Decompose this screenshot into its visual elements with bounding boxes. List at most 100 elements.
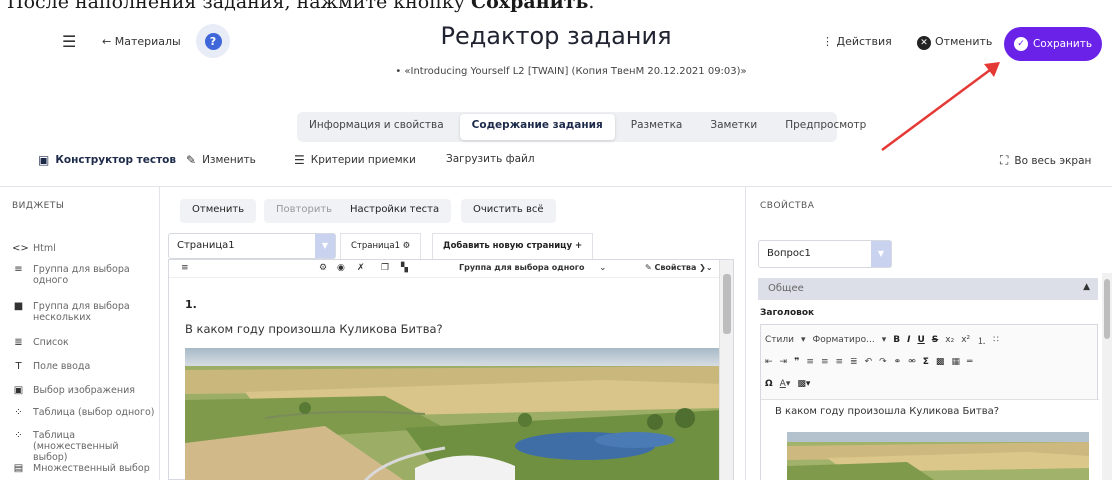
tab-info[interactable]: Информация и свойства: [297, 114, 456, 140]
tab-markup[interactable]: Разметка: [619, 114, 695, 140]
clear-all-button[interactable]: Очистить всё: [461, 199, 556, 223]
rich-text-editor[interactable]: Стили ▾ Форматиро... ▾ B I U S x₂ x² ⒈ ∷…: [760, 324, 1099, 480]
grid-icon: ⁘: [14, 430, 23, 441]
horizontal-line-icon[interactable]: ═: [967, 357, 972, 367]
task-subtitle: • «Introducing Yourself L2 [TWAIN] (Копи…: [395, 66, 747, 77]
question-type-select[interactable]: Группа для выбора одного: [459, 263, 584, 272]
widget-matrix-single[interactable]: ⁘ Таблица (выбор одного): [12, 407, 154, 418]
filter-icon: ☰: [294, 153, 305, 167]
properties-scrollbar[interactable]: [1102, 273, 1112, 480]
link-icon[interactable]: ⚭: [894, 357, 902, 367]
page-select[interactable]: Страница1 ▼: [168, 233, 336, 259]
italic-icon[interactable]: I: [907, 335, 910, 345]
page-title: Редактор задания: [440, 22, 672, 50]
radio-list-icon: ≡: [14, 264, 23, 275]
chevron-down-icon: ▼: [315, 234, 335, 258]
criteria-label: Критерии приемки: [310, 154, 416, 166]
question-number: 1.: [185, 298, 197, 311]
undo-icon[interactable]: ↶: [865, 357, 873, 367]
chevron-down-icon[interactable]: ▾: [882, 335, 887, 345]
editor-body[interactable]: В каком году произошла Куликова Битва?: [761, 399, 1099, 480]
edit-button[interactable]: ✎ Изменить: [186, 153, 256, 167]
constructor-label: Конструктор тестов: [55, 154, 177, 166]
instruction-caption: После наполнения задания, нажмите кнопку…: [0, 0, 1112, 19]
settings-icon[interactable]: ⚙: [319, 263, 327, 273]
convert-icon[interactable]: ▚: [401, 263, 408, 273]
fullscreen-label: Во весь экран: [1014, 154, 1092, 167]
tab-content[interactable]: Содержание задания: [459, 114, 615, 140]
unlink-icon[interactable]: ⚮: [908, 357, 916, 367]
widget-html[interactable]: <> Html: [12, 243, 56, 254]
indent-icon[interactable]: ⇥: [780, 357, 788, 367]
special-char-icon[interactable]: Ω: [765, 379, 773, 389]
checkbox-icon: ■: [13, 301, 24, 312]
question-toolbar: ≡ ⚙ ◉ ✗ ❐ ▚ Группа для выбора одного ⌄ ✎…: [169, 260, 721, 278]
widget-matrix-multi[interactable]: ⁘ Таблица (множественный выбор): [12, 430, 143, 463]
widget-image-picker[interactable]: ▣ Выбор изображения: [12, 385, 135, 396]
general-section-header[interactable]: Общее ▲: [758, 278, 1098, 300]
quote-icon[interactable]: ❞: [794, 357, 799, 367]
chevron-up-icon: ▲: [1083, 282, 1090, 292]
widgets-panel: ВИДЖЕТЫ <> Html ≡ Группа для выбора одно…: [0, 187, 160, 480]
question-title: В каком году произошла Куликова Битва?: [185, 322, 443, 336]
pencil-icon: ✎: [186, 153, 197, 167]
numbered-list-icon[interactable]: ⒈: [977, 334, 986, 347]
sum-icon[interactable]: Σ: [923, 357, 929, 367]
strikethrough-icon[interactable]: S: [932, 335, 938, 345]
justify-icon[interactable]: ≣: [850, 357, 858, 367]
fullscreen-icon: ⛶: [1000, 153, 1009, 167]
chevron-down-icon[interactable]: ⌄: [599, 263, 607, 273]
align-center-icon[interactable]: ≡: [821, 357, 829, 367]
redo-icon[interactable]: ↷: [879, 357, 887, 367]
editor-toolbar-row-3: Ω A▾ ▩▾: [765, 375, 810, 393]
subscript-icon[interactable]: x₂: [945, 335, 954, 345]
widget-checkbox-group[interactable]: ■ Группа для выбора нескольких: [12, 301, 143, 323]
test-constructor-button[interactable]: ▣ Конструктор тестов: [38, 153, 176, 167]
add-page-tab[interactable]: Добавить новую страницу +: [432, 233, 594, 259]
test-settings-button[interactable]: Настройки теста: [338, 199, 452, 223]
required-icon[interactable]: ✗: [357, 263, 365, 273]
fullscreen-button[interactable]: ⛶ Во весь экран: [1000, 153, 1091, 168]
superscript-icon[interactable]: x²: [961, 335, 970, 345]
editor-toolbar-row-2: ⇤ ⇥ ❞ ≡ ≡ ≡ ≣ ↶ ↷ ⚭ ⚮ Σ ▩ ▦ ═: [765, 353, 972, 371]
page-tab[interactable]: Страница1 ⚙: [340, 233, 422, 259]
bold-icon[interactable]: B: [893, 335, 900, 345]
caption-bold: Сохранить: [470, 0, 589, 13]
image-icon[interactable]: ▩: [936, 357, 945, 367]
edit-label: Изменить: [202, 154, 256, 166]
text-color-icon[interactable]: A▾: [780, 379, 791, 389]
tab-notes[interactable]: Заметки: [698, 114, 769, 140]
tab-preview[interactable]: Предпросмотр: [773, 114, 878, 140]
caption-prefix: После наполнения задания, нажмите кнопку: [7, 0, 471, 13]
question-select[interactable]: Вопрос1 ▼: [758, 240, 892, 268]
bullet-list-icon[interactable]: ∷: [993, 335, 999, 345]
code-icon: <>: [12, 243, 29, 254]
question-scrollbar[interactable]: [719, 260, 733, 480]
upload-file-button[interactable]: Загрузить файл: [446, 153, 535, 165]
criteria-button[interactable]: ☰ Критерии приемки: [294, 153, 416, 167]
question-card[interactable]: ≡ ⚙ ◉ ✗ ❐ ▚ Группа для выбора одного ⌄ ✎…: [168, 259, 734, 480]
widget-text-input[interactable]: T Поле ввода: [12, 361, 90, 372]
chevron-down-icon[interactable]: ▾: [801, 335, 806, 345]
editor-text: В каком году произошла Куликова Битва?: [775, 406, 1000, 417]
format-dropdown[interactable]: Форматиро...: [813, 335, 875, 345]
align-left-icon[interactable]: ≡: [806, 357, 814, 367]
table-icon[interactable]: ▦: [951, 357, 960, 367]
bg-color-icon[interactable]: ▩▾: [797, 379, 810, 389]
eye-icon[interactable]: ◉: [337, 263, 345, 273]
copy-icon[interactable]: ❐: [381, 263, 389, 273]
widget-multiple-choice[interactable]: ▤ Множественный выбор: [12, 463, 150, 474]
properties-link[interactable]: ✎ Свойства ❯⌄: [645, 263, 713, 272]
drag-handle-icon[interactable]: ≡: [181, 263, 189, 273]
redo-button[interactable]: Повторить: [264, 199, 345, 223]
outdent-icon[interactable]: ⇤: [765, 357, 773, 367]
undo-button[interactable]: Отменить: [180, 199, 257, 223]
text-icon: T: [15, 361, 22, 372]
properties-title: СВОЙСТВА: [760, 201, 815, 211]
widget-radio-group[interactable]: ≡ Группа для выбора одного: [12, 264, 143, 286]
save-button[interactable]: ✓ Сохранить: [1004, 27, 1102, 61]
widget-dropdown[interactable]: ≣ Список: [12, 337, 69, 348]
styles-dropdown[interactable]: Стили: [765, 335, 794, 345]
underline-icon[interactable]: U: [917, 335, 924, 345]
align-right-icon[interactable]: ≡: [835, 357, 843, 367]
